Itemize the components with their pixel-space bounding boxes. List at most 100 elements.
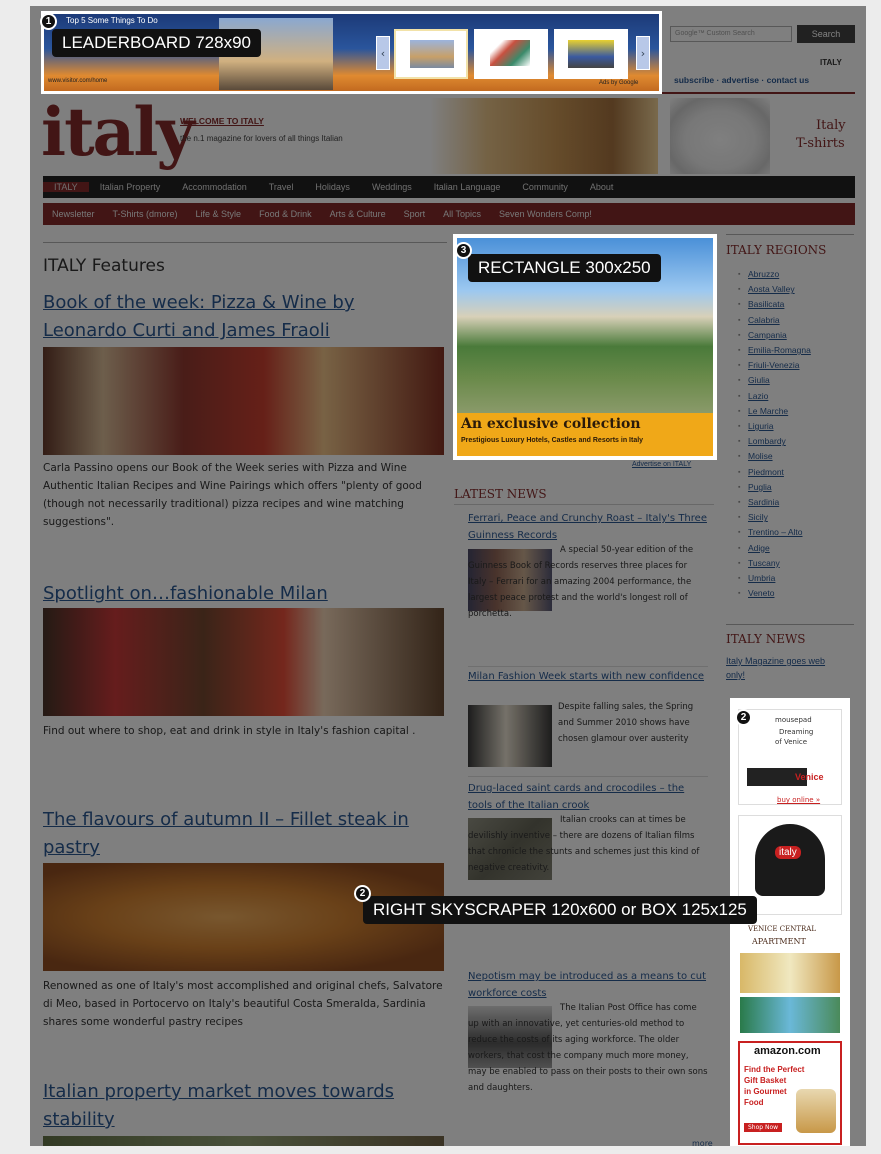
subnav-all-topics[interactable]: All Topics bbox=[434, 209, 490, 219]
regions-heading: ITALY REGIONS bbox=[726, 243, 827, 257]
subnav-seven-wonders[interactable]: Seven Wonders Comp! bbox=[490, 209, 601, 219]
advertise-link[interactable]: Advertise on ITALY bbox=[632, 461, 691, 468]
news-image-2[interactable] bbox=[468, 705, 552, 767]
nav-about[interactable]: About bbox=[579, 182, 625, 192]
label-skyscraper: RIGHT SKYSCRAPER 120x600 or BOX 125x125 bbox=[363, 896, 757, 924]
web-page: Top 5 Some Things To Do www.visitor.com/… bbox=[30, 6, 866, 1146]
leaderboard-url: www.visitor.com/home bbox=[48, 78, 108, 84]
region-calabria[interactable]: Calabria bbox=[738, 313, 858, 328]
cap-image bbox=[755, 824, 825, 896]
news-body-4: The Italian Post Office has come up with… bbox=[468, 1003, 708, 1093]
leaderboard-prev-button[interactable]: ‹ bbox=[376, 36, 390, 70]
search-input[interactable]: Google™ Custom Search bbox=[670, 26, 792, 42]
region-liguria[interactable]: Liguria bbox=[738, 419, 858, 434]
mousepad-ad[interactable]: mousepad Dreaming of Venice Venice buy o… bbox=[738, 709, 842, 805]
header-links[interactable]: subscribe · advertise · contact us bbox=[674, 75, 809, 85]
leaderboard-thumb-venice[interactable] bbox=[394, 29, 468, 79]
news-rule-2 bbox=[468, 776, 708, 777]
subnav-life-style[interactable]: Life & Style bbox=[187, 209, 251, 219]
subnav-arts-culture[interactable]: Arts & Culture bbox=[321, 209, 395, 219]
feature-image-4[interactable] bbox=[43, 1136, 444, 1146]
italy-news-link[interactable]: Italy Magazine goes web only! bbox=[726, 654, 846, 682]
region-abruzzo[interactable]: Abruzzo bbox=[738, 267, 858, 282]
subnav-food-drink[interactable]: Food & Drink bbox=[250, 209, 321, 219]
mousepad-buy-link[interactable]: buy online » bbox=[777, 796, 820, 804]
feature-desc-2: Find out where to shop, eat and drink in… bbox=[43, 725, 416, 737]
marker-2: 2 bbox=[735, 709, 752, 726]
region-le-marche[interactable]: Le Marche bbox=[738, 404, 858, 419]
amazon-shop-button[interactable]: Shop Now bbox=[744, 1123, 783, 1132]
apartment-photo-2 bbox=[740, 997, 840, 1033]
nav-italian-property[interactable]: Italian Property bbox=[89, 182, 172, 192]
tshirt-label-1[interactable]: Italy bbox=[816, 118, 846, 133]
news-title-2[interactable]: Milan Fashion Week starts with new confi… bbox=[468, 668, 708, 685]
label-leaderboard: LEADERBOARD 728x90 bbox=[52, 29, 261, 57]
region-friuli-venezia[interactable]: Friuli-Venezia bbox=[738, 358, 858, 373]
mousepad-text-3: of Venice bbox=[775, 738, 808, 746]
apartment-ad[interactable]: VENICE CENTRAL APARTMENT bbox=[738, 923, 842, 1033]
region-sardinia[interactable]: Sardinia bbox=[738, 495, 858, 510]
subnav-newsletter[interactable]: Newsletter bbox=[43, 209, 104, 219]
news-more-link[interactable]: more bbox=[692, 1139, 713, 1146]
subnav-tshirts[interactable]: T-Shirts (dmore) bbox=[104, 209, 187, 219]
feature-image-1[interactable] bbox=[43, 347, 444, 455]
amazon-text-3: in Gourmet bbox=[744, 1087, 787, 1096]
search-button[interactable]: Search bbox=[797, 25, 855, 43]
news-title-3[interactable]: Drug-laced saint cards and crocodiles – … bbox=[468, 780, 708, 814]
ads-by-google[interactable]: Ads by Google bbox=[599, 80, 638, 86]
mousepad-text-1: mousepad bbox=[775, 716, 812, 724]
amazon-text-4: Food bbox=[744, 1098, 764, 1107]
region-emilia-romagna[interactable]: Emilia-Romagna bbox=[738, 343, 858, 358]
region-puglia[interactable]: Puglia bbox=[738, 480, 858, 495]
nav-weddings[interactable]: Weddings bbox=[361, 182, 423, 192]
feature-title-4[interactable]: Italian property market moves towards st… bbox=[43, 1078, 443, 1134]
tshirt-image[interactable] bbox=[670, 98, 770, 174]
amazon-ad[interactable]: amazon.com Find the Perfect Gift Basket … bbox=[738, 1041, 842, 1145]
region-basilicata[interactable]: Basilicata bbox=[738, 297, 858, 312]
region-lombardy[interactable]: Lombardy bbox=[738, 434, 858, 449]
region-umbria[interactable]: Umbria bbox=[738, 571, 858, 586]
region-piedmont[interactable]: Piedmont bbox=[738, 465, 858, 480]
region-aosta-valley[interactable]: Aosta Valley bbox=[738, 282, 858, 297]
label-rectangle: RECTANGLE 300x250 bbox=[468, 254, 661, 282]
region-campania[interactable]: Campania bbox=[738, 328, 858, 343]
site-logo[interactable]: italy bbox=[41, 92, 195, 172]
amazon-text-2: Gift Basket bbox=[744, 1076, 787, 1085]
amazon-logo: amazon.com bbox=[754, 1045, 821, 1057]
leaderboard-thumb-bus[interactable] bbox=[554, 29, 628, 79]
feature-title-3[interactable]: The flavours of autumn II – Fillet steak… bbox=[43, 806, 443, 862]
nav-italy[interactable]: ITALY bbox=[43, 182, 89, 192]
feature-title-2[interactable]: Spotlight on…fashionable Milan bbox=[43, 580, 443, 608]
region-molise[interactable]: Molise bbox=[738, 449, 858, 464]
regions-list: Abruzzo Aosta Valley Basilicata Calabria… bbox=[738, 267, 858, 602]
region-tuscany[interactable]: Tuscany bbox=[738, 556, 858, 571]
feature-title-1[interactable]: Book of the week: Pizza & Wine by Leonar… bbox=[43, 289, 423, 345]
news-title-1[interactable]: Ferrari, Peace and Crunchy Roast – Italy… bbox=[468, 510, 708, 544]
leaderboard-thumb-gondola[interactable] bbox=[474, 29, 548, 79]
nav-italian-language[interactable]: Italian Language bbox=[423, 182, 512, 192]
leaderboard-next-button[interactable]: › bbox=[636, 36, 650, 70]
tshirt-label-2[interactable]: T-shirts bbox=[796, 136, 845, 151]
italy-news-heading: ITALY NEWS bbox=[726, 632, 806, 646]
marker-3: 3 bbox=[455, 242, 472, 259]
region-sicily[interactable]: Sicily bbox=[738, 510, 858, 525]
region-trentino[interactable]: Trentino – Alto bbox=[738, 525, 858, 540]
nav-community[interactable]: Community bbox=[511, 182, 579, 192]
header-country: ITALY bbox=[820, 58, 842, 67]
apartment-photo-1 bbox=[740, 953, 840, 993]
news-title-4[interactable]: Nepotism may be introduced as a means to… bbox=[468, 968, 708, 1002]
latest-news-heading: LATEST NEWS bbox=[454, 487, 547, 501]
nav-travel[interactable]: Travel bbox=[258, 182, 305, 192]
nav-accommodation[interactable]: Accommodation bbox=[171, 182, 258, 192]
nav-holidays[interactable]: Holidays bbox=[304, 182, 361, 192]
region-lazio[interactable]: Lazio bbox=[738, 389, 858, 404]
region-veneto[interactable]: Veneto bbox=[738, 586, 858, 601]
region-giulia[interactable]: Giulia bbox=[738, 373, 858, 388]
marker-1: 1 bbox=[40, 13, 57, 30]
sub-nav: Newsletter T-Shirts (dmore) Life & Style… bbox=[43, 203, 855, 225]
gift-basket-image bbox=[796, 1089, 836, 1133]
apartment-title-2: APARTMENT bbox=[752, 937, 806, 946]
region-adige[interactable]: Adige bbox=[738, 541, 858, 556]
feature-image-2[interactable] bbox=[43, 608, 444, 716]
subnav-sport[interactable]: Sport bbox=[395, 209, 435, 219]
